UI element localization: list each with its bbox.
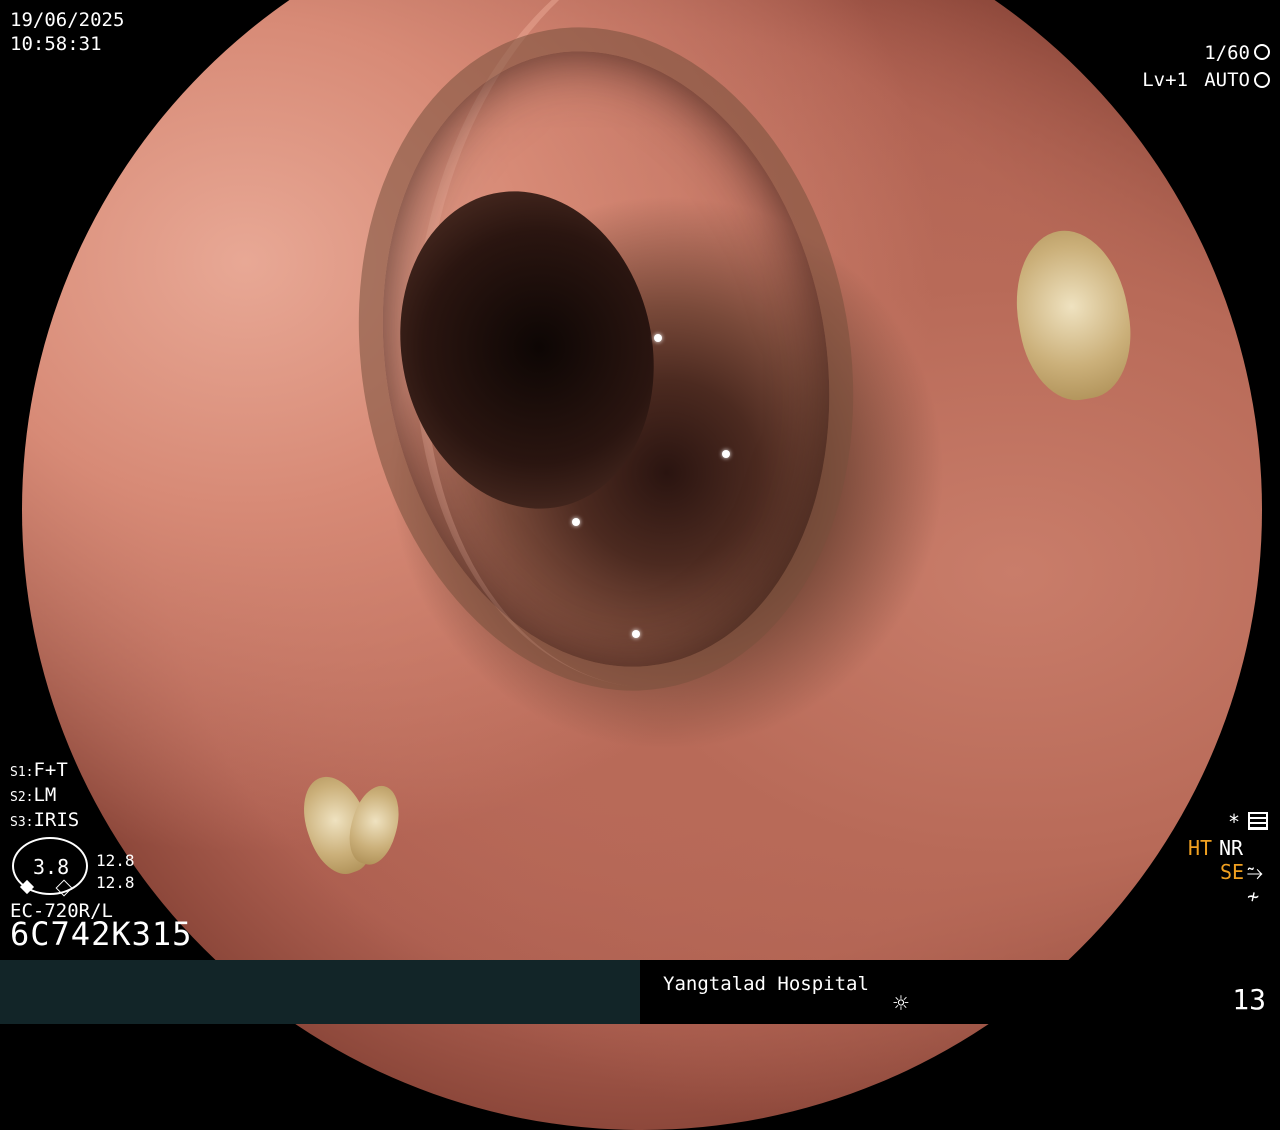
se-symbol-icon: ⥲ <box>1247 860 1263 884</box>
setting-s2-tag: S2: <box>10 790 34 805</box>
setting-s1-value: F+T <box>33 759 68 781</box>
light-reflection <box>722 450 730 458</box>
endoscope-screen: 19/06/2025 10:58:31 1/60 Lv+1 AUTO S1:F+… <box>0 0 1280 1130</box>
auto-iris-icon <box>1254 72 1270 88</box>
scope-serial: 6C742K315 <box>10 915 193 953</box>
time: 10:58:31 <box>10 33 102 55</box>
gauge-right-top: 12.8 <box>96 851 135 870</box>
hospital-name: Yangtalad Hospital <box>663 973 869 995</box>
curve-symbol-icon: ≁ <box>1247 884 1260 908</box>
sun-icon: ☼ <box>893 989 909 1019</box>
gauge-value: 3.8 <box>33 855 70 879</box>
light-reflection <box>632 630 640 638</box>
footer-left-panel <box>0 960 640 1024</box>
setting-s2-value: LM <box>33 784 57 806</box>
light-reflection <box>654 334 662 342</box>
footer-bar <box>0 960 1280 1024</box>
shutter-speed: 1/60 <box>1204 42 1250 64</box>
shutter-icon <box>1254 44 1270 60</box>
fecal-residue <box>1004 221 1142 409</box>
brightness-level: Lv+1 <box>1142 69 1188 91</box>
setting-s3-tag: S3: <box>10 815 34 830</box>
setting-s3-value: IRIS <box>33 809 80 831</box>
nr-indicator: NR <box>1219 836 1244 860</box>
gauge-right-bottom: 12.8 <box>96 873 135 892</box>
se-indicator: SE <box>1220 860 1245 884</box>
date: 19/06/2025 <box>10 9 125 31</box>
iris-mode: AUTO <box>1204 69 1250 91</box>
asterisk-indicator: * <box>1227 810 1240 834</box>
light-reflection <box>572 518 580 526</box>
image-counter: 13 <box>1232 983 1266 1016</box>
setting-s1-tag: S1: <box>10 765 34 780</box>
setting-s1: S1:F+T <box>10 758 68 785</box>
setting-s3: S3:IRIS <box>10 808 79 835</box>
ht-indicator: HT <box>1188 836 1213 860</box>
setting-s2: S2:LM <box>10 783 56 810</box>
settings-icon <box>1248 812 1268 830</box>
